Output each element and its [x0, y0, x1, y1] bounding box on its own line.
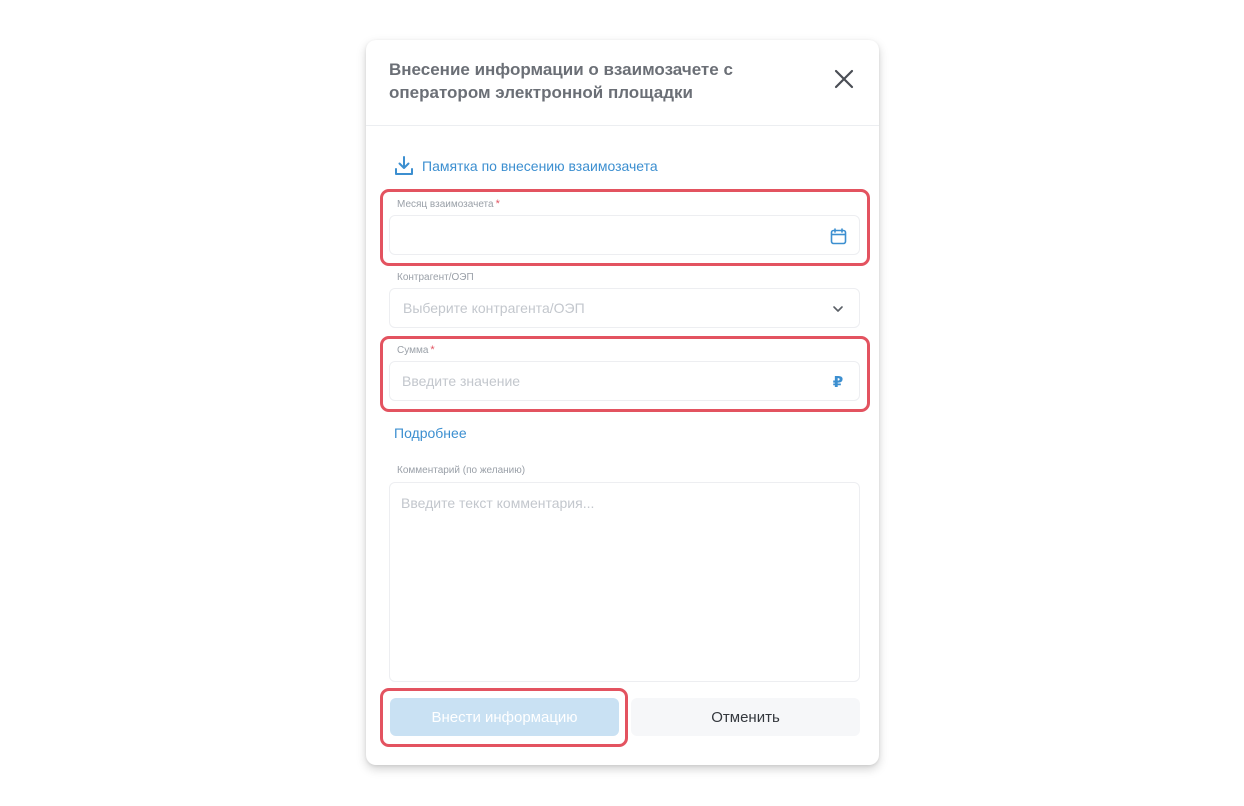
comment-textarea[interactable]: Введите текст комментария...	[389, 482, 860, 682]
chevron-down-icon	[829, 300, 847, 318]
month-field[interactable]	[389, 215, 860, 255]
cancel-button[interactable]: Отменить	[631, 698, 860, 736]
comment-placeholder: Введите текст комментария...	[401, 495, 595, 511]
amount-placeholder: Введите значение	[402, 373, 521, 389]
dialog-header: Внесение информации о взаимозачете с опе…	[366, 40, 879, 126]
download-icon	[393, 155, 415, 177]
counterparty-field-label: Контрагент/ОЭП	[397, 272, 474, 283]
amount-field-label: Сумма *	[397, 344, 435, 356]
close-button[interactable]	[832, 67, 856, 91]
required-mark: *	[495, 198, 500, 210]
close-icon	[834, 69, 854, 89]
ruble-icon: ₽	[832, 373, 844, 391]
month-field-label: Месяц взаимозачета *	[397, 198, 500, 210]
dialog-title: Внесение информации о взаимозачете с опе…	[389, 60, 733, 102]
comment-field-label: Комментарий (по желанию)	[397, 465, 526, 476]
counterparty-placeholder: Выберите контрагента/ОЭП	[403, 300, 585, 316]
memo-download-link[interactable]: Памятка по внесению взаимозачета	[393, 154, 658, 178]
amount-field[interactable]: Введите значение ₽	[389, 361, 860, 401]
memo-link-label: Памятка по внесению взаимозачета	[422, 158, 658, 174]
calendar-icon[interactable]	[829, 227, 847, 245]
dialog: Внесение информации о взаимозачете с опе…	[366, 40, 879, 765]
details-link[interactable]: Подробнее	[394, 425, 467, 441]
required-mark: *	[430, 344, 435, 356]
counterparty-select[interactable]: Выберите контрагента/ОЭП	[389, 288, 860, 328]
submit-button[interactable]: Внести информацию	[390, 698, 619, 736]
